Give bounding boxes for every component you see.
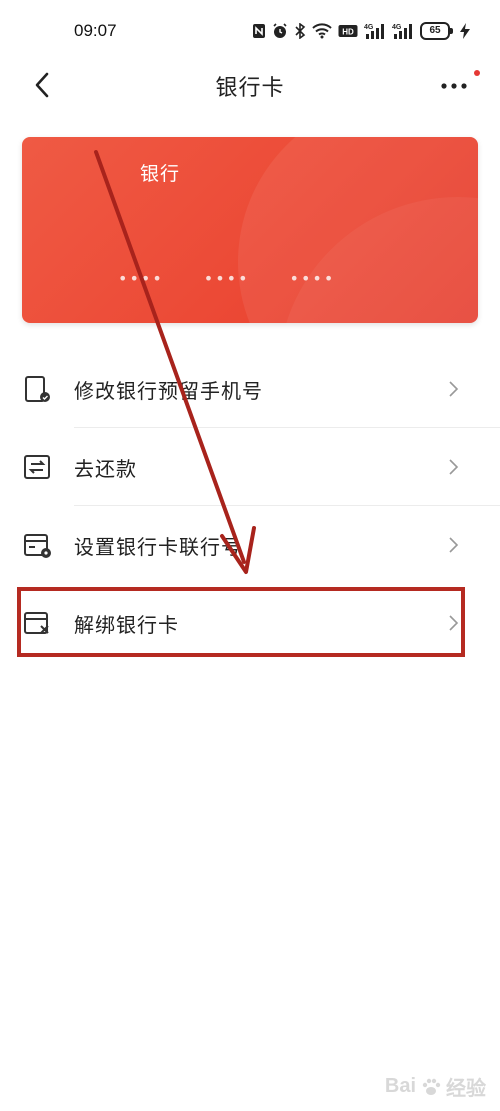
watermark: Bai 经验 [385,1072,486,1101]
chevron-right-icon [449,537,459,553]
bank-name: 银行 [140,163,181,185]
menu-item-label: 去还款 [74,456,137,481]
network-label: 4G [364,24,374,31]
page-title: 银行卡 [215,76,285,101]
alarm-icon [272,20,288,42]
bluetooth-icon [294,20,306,42]
network-label: 4G [392,24,402,31]
status-time: 09:07 [74,21,117,40]
menu-item-label: 设置银行卡联行号 [74,534,242,559]
hd-icon: HD [338,20,358,42]
more-icon [441,83,467,89]
phone-edit-icon [25,376,50,402]
chevron-right-icon [449,459,459,475]
notification-dot [474,70,480,76]
battery-icon: 65 [420,20,453,42]
nav-bar: 银行卡 [0,62,500,108]
card-number-group: •••• [203,269,250,288]
battery-level: 65 [420,22,453,40]
menu-item-change-phone[interactable]: 修改银行预留手机号 [0,350,500,428]
menu-item-label: 修改银行预留手机号 [74,378,263,403]
wifi-icon [312,20,332,42]
card-settings-icon [24,534,51,558]
card-number-group: •••• [289,269,336,288]
menu-item-repay[interactable]: 去还款 [0,428,500,506]
card-number-group: •••• [118,269,164,288]
paw-icon [422,1078,441,1095]
charging-icon [460,20,470,42]
hd-label: HD [342,28,354,37]
annotation-highlight-box [17,587,465,657]
more-button[interactable] [438,70,480,100]
status-icons: HD 4G 4G 65 [252,20,470,42]
watermark-text-2: 经验 [446,1078,486,1100]
watermark-text: Bai [384,1075,416,1097]
signal-icon: 4G [364,20,386,42]
bank-card[interactable]: 银行 •••• •••• •••• [22,137,478,323]
signal-icon: 4G [392,20,414,42]
chevron-right-icon [449,381,459,397]
menu-item-set-branch-code[interactable]: 设置银行卡联行号 [0,506,500,584]
nfc-icon [252,20,266,42]
status-bar: 09:07 HD 4G 4G 65 [0,0,500,62]
repay-icon [24,455,50,479]
card-number: •••• •••• •••• [118,269,335,288]
